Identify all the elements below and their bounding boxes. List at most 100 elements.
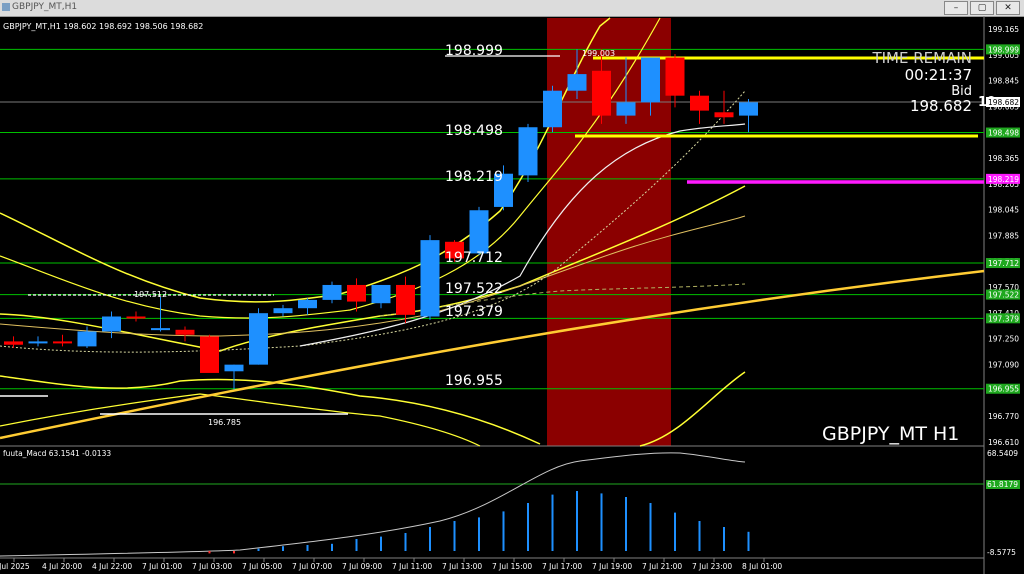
price-tag: 198.219 xyxy=(988,175,1019,184)
candle-body xyxy=(396,284,415,315)
candle-body xyxy=(420,240,440,317)
candle-body xyxy=(518,127,538,176)
maximize-button[interactable]: ▢ xyxy=(970,1,994,15)
time-tick: 7 Jul 05:00 xyxy=(242,562,282,571)
candle-body xyxy=(469,210,489,254)
time-tick: 4 Jul 22:00 xyxy=(92,562,132,571)
time-axis: 4 Jul 2025 4 Jul 20:00 4 Jul 22:00 7 Jul 01… xyxy=(0,558,782,571)
price-tick: 198.045 xyxy=(988,206,1019,215)
bid-value: 198.682 xyxy=(910,97,972,115)
candle-body xyxy=(592,70,611,116)
price-tick: 198.845 xyxy=(988,77,1019,86)
candle-body xyxy=(543,90,562,128)
macd-bar xyxy=(674,512,676,551)
time-tick: 7 Jul 15:00 xyxy=(492,562,532,571)
price-tag: 197.522 xyxy=(988,291,1019,300)
price-tick: 197.250 xyxy=(988,335,1019,344)
price-tag: 196.955 xyxy=(988,385,1019,394)
price-chart[interactable]: 198.999 198.498 198.219 197.712 197.522 … xyxy=(0,16,1024,574)
price-tick: 198.365 xyxy=(988,154,1019,163)
time-tick: 7 Jul 07:00 xyxy=(292,562,332,571)
candle-body xyxy=(4,341,23,345)
candle-body xyxy=(714,112,734,118)
macd-bar xyxy=(355,539,358,551)
candle-body xyxy=(224,364,244,372)
time-remain-label: TIME REMAIN xyxy=(871,49,972,67)
price-tick: 197.885 xyxy=(988,231,1019,240)
macd-bar xyxy=(282,546,284,551)
macd-label: fuuta_Macd 63.1541 -0.0133 xyxy=(3,449,111,458)
macd-bar xyxy=(331,543,333,551)
time-tick: 7 Jul 13:00 xyxy=(442,562,482,571)
candle-body xyxy=(151,328,170,331)
candle-body xyxy=(739,102,758,116)
macd-bar xyxy=(747,531,750,551)
level-label-198219: 198.219 xyxy=(445,169,503,185)
level-label-198999: 198.999 xyxy=(445,43,503,59)
price-axis: 199.165199.005198.845198.685198.525198.3… xyxy=(988,25,1019,447)
macd-bar xyxy=(380,536,382,551)
macd-bar xyxy=(478,517,480,551)
bid-tag: 198.682 xyxy=(988,98,1019,107)
macd-bar xyxy=(649,503,652,551)
window-title: GBPJPY_MT,H1 xyxy=(12,2,78,12)
macd-tick-bottom: -8.5775 xyxy=(987,548,1016,557)
swing-low-label: 196.785 xyxy=(208,418,241,427)
chart-window-icon xyxy=(2,3,10,11)
macd-bar xyxy=(208,551,211,554)
peak-price-label: 199.003 xyxy=(582,49,615,58)
candle-body xyxy=(28,341,48,344)
level-label-197522: 197.522 xyxy=(445,281,503,297)
time-tick: 7 Jul 17:00 xyxy=(542,562,582,571)
price-tick: 197.090 xyxy=(988,360,1019,369)
candle-body xyxy=(298,299,317,309)
swing-high-label: 197.512 xyxy=(134,290,167,299)
close-button[interactable]: ✕ xyxy=(996,1,1020,15)
macd-bar xyxy=(257,548,260,551)
price-tick: 199.165 xyxy=(988,25,1019,34)
symbol-info: GBPJPY_MT,H1 198.602 198.692 198.506 198… xyxy=(3,22,203,31)
candle-body xyxy=(665,57,685,96)
macd-bar xyxy=(233,551,235,554)
candle-body xyxy=(273,308,293,314)
candle-body xyxy=(641,57,660,103)
level-label-198498: 198.498 xyxy=(445,123,503,139)
macd-bar xyxy=(429,527,431,551)
candle-body xyxy=(322,284,342,300)
macd-bar xyxy=(600,493,603,551)
minimize-button[interactable]: – xyxy=(944,1,968,15)
time-tick: 7 Jul 19:00 xyxy=(592,562,632,571)
candle-body xyxy=(690,95,709,111)
candle-body xyxy=(175,329,195,335)
level-label-197712: 197.712 xyxy=(445,250,503,266)
macd-bar xyxy=(576,491,578,551)
level-label-197379: 197.379 xyxy=(445,304,503,320)
time-tick: 4 Jul 20:00 xyxy=(42,562,82,571)
macd-bar xyxy=(551,494,554,551)
macd-pane xyxy=(0,452,984,557)
macd-bar xyxy=(502,511,505,551)
macd-tick-top: 68.5409 xyxy=(987,449,1018,458)
macd-bar xyxy=(453,521,456,551)
time-remain-value: 00:21:37 xyxy=(905,66,972,84)
macd-tick-mid: 61.8179 xyxy=(987,480,1018,489)
macd-bar xyxy=(306,545,309,551)
candle-body xyxy=(249,313,268,365)
candle-body xyxy=(371,284,391,304)
time-tick: 7 Jul 21:00 xyxy=(642,562,682,571)
price-tag: 197.712 xyxy=(988,259,1019,268)
candle-body xyxy=(126,316,146,319)
price-tag: 198.498 xyxy=(988,129,1019,138)
time-tick: 7 Jul 01:00 xyxy=(142,562,182,571)
macd-bar xyxy=(723,527,725,551)
price-tag: 198.999 xyxy=(988,45,1019,54)
time-tick: 4 Jul 2025 xyxy=(0,562,30,571)
price-tick: 196.770 xyxy=(988,412,1019,421)
macd-bar xyxy=(625,497,627,551)
candle-body xyxy=(347,284,366,302)
level-lines xyxy=(0,48,984,390)
chart-watermark: GBPJPY_MT H1 xyxy=(822,423,959,445)
time-tick: 8 Jul 01:00 xyxy=(742,562,782,571)
candle-body xyxy=(616,102,636,116)
macd-bar xyxy=(527,503,529,551)
